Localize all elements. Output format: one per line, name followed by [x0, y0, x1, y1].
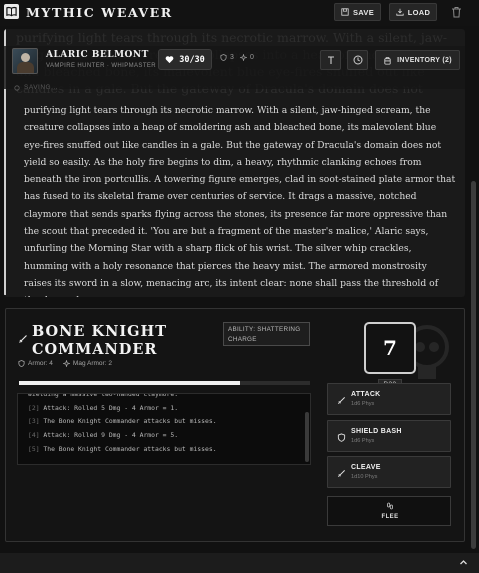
enemy-armor-label: Armor: 4: [28, 360, 53, 367]
heart-icon: [165, 56, 174, 64]
combat-log-turn: [2]: [28, 403, 40, 412]
sword-icon: [19, 335, 27, 343]
combat-log-text: The Bone Knight Commander attacks but mi…: [43, 417, 217, 426]
action-cleave-button[interactable]: CLEAVE 1d10 Phys: [327, 456, 451, 488]
sparkle-icon: [62, 360, 70, 367]
saving-label: SAVING...: [24, 84, 58, 91]
enemy-stats: Armor: 4 Mag Armor: 2: [18, 360, 112, 367]
history-button[interactable]: [347, 50, 368, 70]
enemy-mag-armor-stat: Mag Armor: 2: [62, 360, 112, 367]
enemy-ability-badge: ABILITY: SHATTERING CHARGE: [223, 322, 310, 346]
combat-log-line: [4] Attack: Rolled 9 Dmg - 4 Armor = 5.: [28, 431, 178, 439]
hero-magic-stat: 0: [240, 54, 254, 61]
save-label: SAVE: [352, 7, 375, 17]
flee-button[interactable]: FLEE: [327, 496, 451, 526]
clock-icon: [353, 55, 362, 65]
combat-log-text: Attack: Rolled 9 Dmg - 4 Armor = 5.: [43, 431, 179, 440]
enemy-armor-stat: Armor: 4: [18, 360, 53, 367]
save-button[interactable]: SAVE: [334, 3, 381, 21]
download-icon: [396, 8, 404, 16]
action-label: ATTACK: [351, 391, 381, 398]
enemy-hp-fill: [19, 381, 241, 385]
hero-hp-value: 30/30: [179, 54, 205, 65]
inventory-button[interactable]: INVENTORY (2): [375, 50, 460, 70]
story-narrative: purifying light tears through its necrot…: [24, 105, 456, 297]
shield-icon: [337, 433, 346, 442]
dice-result[interactable]: 7: [364, 322, 416, 374]
enemy-name: BONE KNIGHT COMMANDER: [32, 323, 168, 358]
flee-label: FLEE: [381, 514, 399, 520]
hero-name: ALARIC BELMONT: [46, 50, 149, 60]
saving-status: SAVING...: [14, 84, 58, 91]
app-title: MYTHIC WEAVER: [26, 5, 173, 20]
hero-subtitle: VAMPIRE HUNTER · WHIPMASTER: [46, 63, 157, 69]
inventory-label: INVENTORY (2): [397, 56, 452, 64]
hero-bar: ALARIC BELMONT VAMPIRE HUNTER · WHIPMAST…: [4, 46, 465, 89]
load-button[interactable]: LOAD: [389, 3, 437, 21]
floppy-icon: [341, 8, 349, 16]
hero-avatar[interactable]: [12, 48, 38, 74]
shield-icon: [220, 54, 227, 61]
action-shield-bash-button[interactable]: SHIELD BASH 1d6 Phys: [327, 420, 451, 452]
action-label: CLEAVE: [351, 464, 381, 471]
text-icon: [327, 56, 334, 64]
page-scrollbar[interactable]: [471, 181, 476, 549]
shield-icon: [18, 360, 25, 367]
combat-log-turn: [3]: [28, 417, 40, 426]
combat-log-text: Attack: Rolled 5 Dmg - 4 Armor = 1.: [43, 403, 179, 412]
combat-log-line: wielding a massive two-handed claymore.: [28, 393, 179, 398]
bottom-bar: [0, 553, 479, 573]
combat-log-line: [3] The Bone Knight Commander attacks bu…: [28, 417, 217, 425]
combat-log-text: wielding a massive two-handed claymore.: [28, 393, 179, 398]
top-bar: MYTHIC WEAVER SAVE LOAD: [0, 0, 479, 26]
action-damage: 1d6 Phys: [351, 401, 375, 407]
combat-log-turn: [5]: [28, 444, 40, 453]
action-label: SHIELD BASH: [351, 428, 402, 435]
combat-log-scrollbar[interactable]: [305, 412, 309, 462]
combat-log[interactable]: wielding a massive two-handed claymore. […: [17, 393, 311, 465]
combat-log-turn: [4]: [28, 431, 40, 440]
trash-icon[interactable]: [451, 6, 462, 18]
hero-armor-stat: 3: [220, 54, 234, 61]
action-attack-button[interactable]: ATTACK 1d6 Phys: [327, 383, 451, 415]
book-logo-icon: [4, 4, 19, 19]
hero-hp-badge: 30/30: [158, 49, 212, 70]
sync-icon: [14, 84, 20, 91]
chevron-up-icon[interactable]: [459, 558, 468, 567]
footprints-icon: [386, 502, 393, 510]
combat-log-line: [2] Attack: Rolled 5 Dmg - 4 Armor = 1.: [28, 404, 178, 412]
combat-log-line: [5] The Bone Knight Commander attacks bu…: [28, 445, 217, 453]
text-size-button[interactable]: [320, 50, 341, 70]
action-damage: 1d10 Phys: [351, 474, 378, 480]
story-panel: purifying light tears through its necrot…: [4, 29, 465, 297]
sword-icon: [337, 396, 346, 405]
enemy-hp-bar: [19, 381, 310, 385]
sword-icon: [337, 469, 346, 478]
action-damage: 1d6 Phys: [351, 438, 375, 444]
backpack-icon: [384, 56, 391, 65]
hero-armor-value: 3: [230, 54, 234, 61]
enemy-mag-armor-label: Mag Armor: 2: [72, 360, 112, 367]
load-label: LOAD: [407, 7, 431, 17]
combat-panel: BONE KNIGHT COMMANDER ABILITY: SHATTERIN…: [5, 308, 465, 542]
sparkle-icon: [240, 54, 247, 61]
hero-magic-value: 0: [250, 54, 254, 61]
combat-log-text: The Bone Knight Commander attacks but mi…: [43, 444, 217, 453]
